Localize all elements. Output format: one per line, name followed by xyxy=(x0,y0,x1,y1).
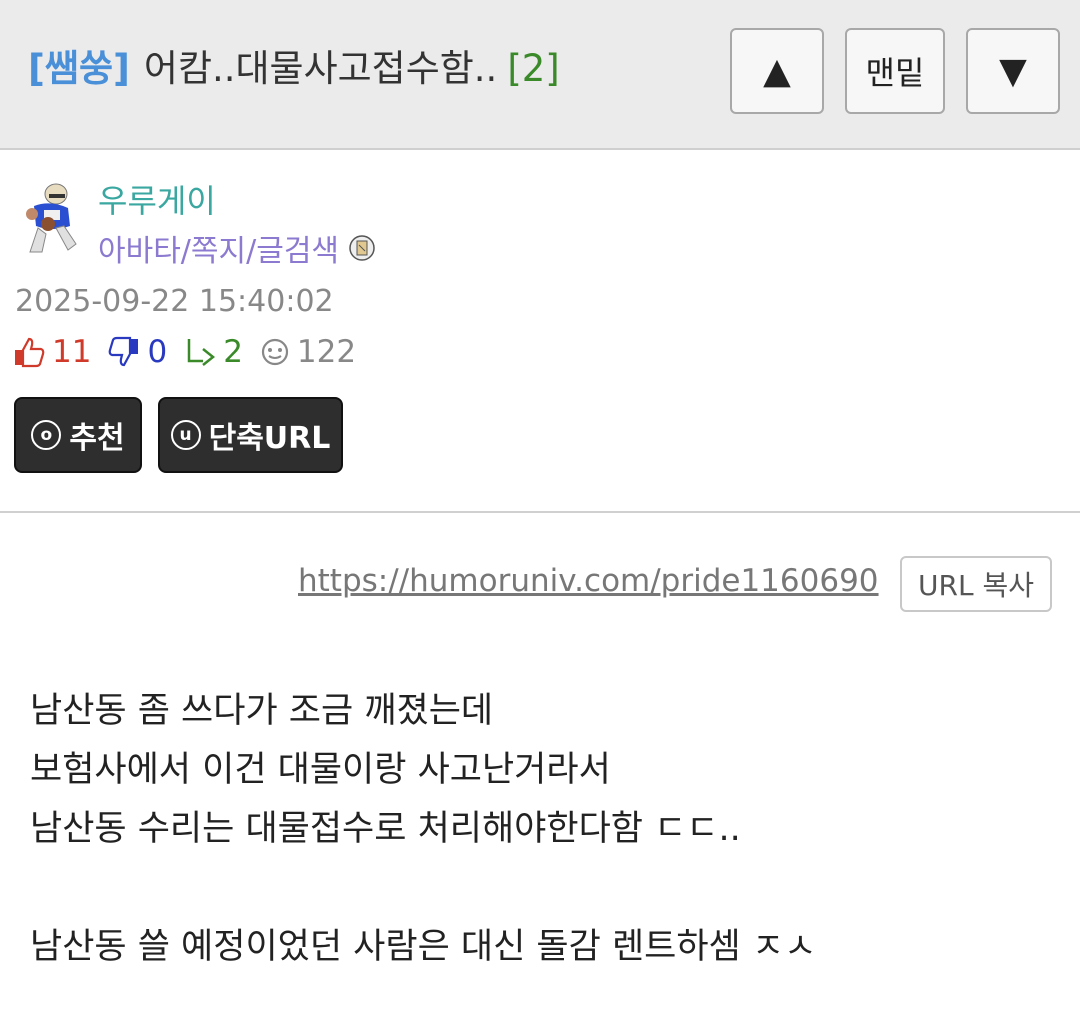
downvote-stat: 0 xyxy=(107,334,167,370)
smiley-view-icon xyxy=(261,338,289,366)
upvote-count: 11 xyxy=(52,334,92,370)
post-date: 2025-09-22 15:40:02 xyxy=(15,284,334,319)
view-stat: 122 xyxy=(259,334,356,370)
view-count: 122 xyxy=(296,334,357,370)
downvote-count: 0 xyxy=(147,334,168,370)
scroll-down-button[interactable]: ▼ xyxy=(966,28,1060,114)
body-line xyxy=(30,859,816,918)
reply-count: 2 xyxy=(223,334,243,370)
comment-count[interactable]: [2] xyxy=(507,47,559,90)
post-stats: 11 0 2 122 xyxy=(12,334,366,370)
scroll-up-button[interactable]: ▲ xyxy=(730,28,824,114)
section-divider xyxy=(0,511,1080,513)
memo-icon[interactable] xyxy=(347,233,377,263)
title-text: 어캄..대물사고접수함.. xyxy=(143,47,498,90)
recommend-label: 추천 xyxy=(69,421,125,456)
avatar[interactable] xyxy=(20,180,82,256)
author-name[interactable]: 우루게이 xyxy=(98,176,216,222)
upvote-stat: 11 xyxy=(12,334,91,370)
body-line: 보험사에서 이건 대물이랑 사고난거라서 xyxy=(30,750,611,790)
recommend-circle-icon: o xyxy=(31,420,62,450)
author-links: 아바타/쪽지/글검색 xyxy=(98,226,377,270)
thumbs-up-icon xyxy=(15,337,45,368)
post-header: [쌤쑹] 어캄..대물사고접수함.. [2] ▲ 맨밑 ▼ xyxy=(0,0,1080,150)
recommend-button[interactable]: o 추천 xyxy=(14,397,142,473)
body-line: 남산동 좀 쓰다가 조금 깨졌는데 xyxy=(30,691,494,731)
triangle-down-icon: ▼ xyxy=(999,50,1027,92)
copy-url-button[interactable]: URL 복사 xyxy=(900,556,1052,612)
body-line: 남산동 쓸 예정이었던 사람은 대신 돌감 렌트하셈 ㅈㅅ xyxy=(30,927,817,967)
scroll-bottom-button[interactable]: 맨밑 xyxy=(845,28,945,114)
short-url-button[interactable]: u 단축URL xyxy=(158,397,343,473)
post-url-link[interactable]: https://humoruniv.com/pride1160690 xyxy=(298,563,879,599)
short-url-circle-icon: u xyxy=(170,420,201,450)
reply-arrow-icon xyxy=(187,339,216,366)
post-title: [쌤쑹] 어캄..대물사고접수함.. [2] xyxy=(28,46,560,92)
body-line: 남산동 수리는 대물접수로 처리해야한다함 ㄷㄷ.. xyxy=(30,809,741,849)
author-links-text[interactable]: 아바타/쪽지/글검색 xyxy=(98,226,339,270)
thumbs-down-icon xyxy=(109,336,139,367)
triangle-up-icon: ▲ xyxy=(763,50,791,92)
category-tag[interactable]: [쌤쑹] xyxy=(28,47,130,90)
reply-stat: 2 xyxy=(183,334,243,370)
post-body: 남산동 좀 쓰다가 조금 깨졌는데 보험사에서 이건 대물이랑 사고난거라서 남… xyxy=(30,682,816,977)
short-url-label: 단축URL xyxy=(208,421,331,456)
